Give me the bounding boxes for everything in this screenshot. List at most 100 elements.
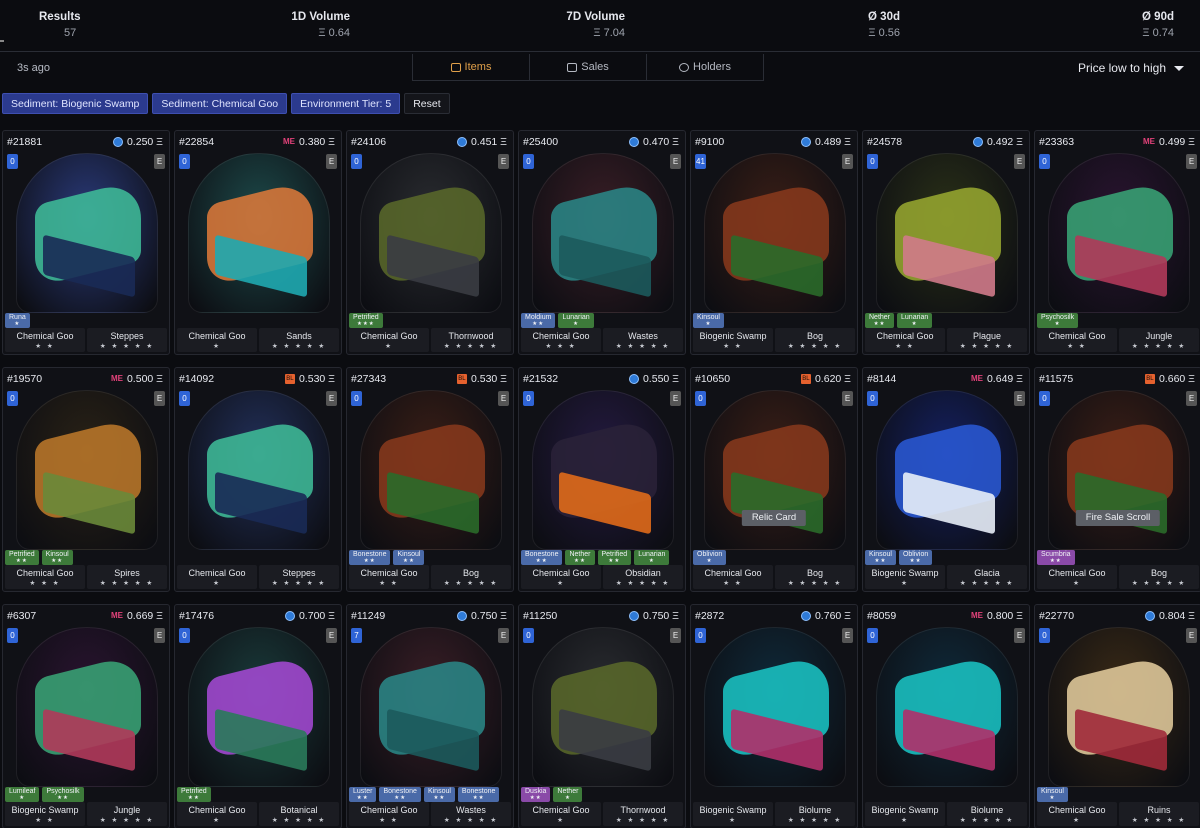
sediment-stars: ★ ★ xyxy=(1067,342,1087,350)
biome-stars: ★ ★ ★ ★ ★ xyxy=(99,579,155,587)
sediment-stars: ★ xyxy=(1073,816,1081,824)
item-card[interactable]: #24106 0.451 Ξ 0 E Petrified ★★★ Chemica… xyxy=(346,130,514,355)
item-card[interactable]: #11575 BL 0.660 Ξ 0 E Fire Sale Scroll S… xyxy=(1034,367,1200,592)
biome-name: Ruins xyxy=(1147,804,1171,815)
filter-chip[interactable]: Environment Tier: 5 xyxy=(291,93,401,114)
item-card[interactable]: #21881 0.250 Ξ 0 E Runa ★ Chemical Goo ★… xyxy=(2,130,170,355)
card-header: #6307 ME 0.669 Ξ xyxy=(3,605,169,627)
token-id: #6307 xyxy=(7,610,37,622)
attribute-badge: Kinsoul ★ xyxy=(1037,787,1068,802)
environment-artwork xyxy=(532,390,674,550)
item-card[interactable]: #27343 BL 0.530 Ξ 0 E Bonestone ★★ Kinso… xyxy=(346,367,514,592)
price-value: 0.804 Ξ xyxy=(1158,610,1195,622)
magiceden-marketplace-icon: ME xyxy=(970,611,983,620)
attribute-stars: ★ xyxy=(1049,794,1056,801)
stat-label: Results xyxy=(39,11,81,23)
sediment-stars: ★ xyxy=(385,342,393,350)
price-value: 0.669 Ξ xyxy=(126,610,163,622)
stat-avg-30d: Ø 30d Ξ 0.56 xyxy=(868,11,900,39)
item-card[interactable]: #11249 0.750 Ξ 7 E Luster ★★ Bonestone ★… xyxy=(346,604,514,828)
item-card[interactable]: #21532 0.550 Ξ 0 E Bonestone ★★ Nether ★… xyxy=(518,367,686,592)
biome-stars: ★ ★ ★ ★ ★ xyxy=(615,342,671,350)
attribute-stars: ★★ xyxy=(403,557,415,564)
filter-chip[interactable]: Sediment: Chemical Goo xyxy=(152,93,288,114)
level-badge: 0 xyxy=(179,628,190,643)
attribute-name: Lumileaf xyxy=(9,787,36,795)
attribute-list: Kinsoul ★ xyxy=(1037,787,1199,802)
attribute-stars: ★★ xyxy=(15,557,28,564)
attribute-name: Oblivion xyxy=(697,550,723,558)
biome-name: Jungle xyxy=(113,804,141,815)
item-card[interactable]: #9100 0.489 Ξ 41 E Kinsoul ★ Biogenic Sw… xyxy=(690,130,858,355)
listing-price: 0.451 Ξ xyxy=(456,136,507,148)
item-card[interactable]: #10650 BL 0.620 Ξ 0 E Relic Card Oblivio… xyxy=(690,367,858,592)
attribute-stars: ★ xyxy=(14,320,21,327)
item-card[interactable]: #6307 ME 0.669 Ξ 0 E Lumileaf ★ Psychosi… xyxy=(2,604,170,828)
magiceden-marketplace-icon: ME xyxy=(970,374,983,383)
item-card[interactable]: #2872 0.760 Ξ 0 E Biogenic Swamp ★ Biolu… xyxy=(690,604,858,828)
level-badge: 0 xyxy=(695,628,706,643)
attribute-badge: Lunarian ★ xyxy=(634,550,670,565)
biome-trait: Ruins ★ ★ ★ ★ ★ xyxy=(1119,802,1199,826)
biome-name: Bog xyxy=(462,567,479,578)
item-card[interactable]: #25400 0.470 Ξ 0 E Moldium ★★ Lunarian ★… xyxy=(518,130,686,355)
stat-label: 7D Volume xyxy=(566,11,625,23)
sediment-stars: ★ xyxy=(213,342,221,350)
listing-price: ME 0.500 Ξ xyxy=(111,373,163,385)
item-card[interactable]: #24578 0.492 Ξ 0 E Nether ★★ Lunarian ★ … xyxy=(862,130,1030,355)
biome-name: Plague xyxy=(972,330,1002,341)
filter-chip[interactable]: Sediment: Biogenic Swamp xyxy=(2,93,149,114)
attribute-stars: ★★ xyxy=(51,557,64,564)
item-card[interactable]: #8059 ME 0.800 Ξ 0 E Biogenic Swamp ★ Bi… xyxy=(862,604,1030,828)
tier-badge: E xyxy=(1014,628,1025,643)
sediment-trait: Chemical Goo ★ xyxy=(1037,802,1117,826)
item-card[interactable]: #22854 ME 0.380 Ξ 0 E Chemical Goo ★ San… xyxy=(174,130,342,355)
item-card[interactable]: #19570 ME 0.500 Ξ 0 E Petrified ★★ Kinso… xyxy=(2,367,170,592)
sediment-stars: ★ ★ xyxy=(895,342,915,350)
attribute-stars: ★★ xyxy=(608,557,621,564)
biome-stars: ★ ★ ★ ★ ★ xyxy=(443,579,499,587)
tab-sales[interactable]: Sales xyxy=(530,54,647,80)
environment-artwork xyxy=(188,390,330,550)
biome-trait: Bog ★ ★ ★ ★ ★ xyxy=(775,565,855,589)
sort-dropdown[interactable]: Price low to high xyxy=(1078,61,1184,75)
attribute-stars: ★ xyxy=(19,794,26,801)
sediment-name: Chemical Goo xyxy=(532,804,590,815)
biome-name: Bog xyxy=(806,567,823,578)
listing-price: 0.470 Ξ xyxy=(628,136,679,148)
environment-artwork xyxy=(1048,390,1190,550)
sediment-trait: Chemical Goo ★ ★ xyxy=(693,565,773,589)
item-card[interactable]: #14092 BL 0.530 Ξ 0 E Chemical Goo ★ Ste… xyxy=(174,367,342,592)
attribute-badge: Lunarian ★ xyxy=(558,313,594,328)
attribute-badge: Runa ★ xyxy=(5,313,30,328)
biome-stars: ★ ★ ★ ★ ★ xyxy=(959,579,1015,587)
attribute-badge: Luster ★★ xyxy=(349,787,377,802)
item-card[interactable]: #8144 ME 0.649 Ξ 0 E Kinsoul ★★ Oblivion… xyxy=(862,367,1030,592)
card-header: #21532 0.550 Ξ xyxy=(519,368,685,390)
biome-name: Jungle xyxy=(1145,330,1173,341)
biome-trait: Bog ★ ★ ★ ★ ★ xyxy=(775,328,855,352)
sediment-stars: ★ ★ xyxy=(723,342,743,350)
attribute-stars: ★★ xyxy=(356,794,369,801)
item-card[interactable]: #23363 ME 0.499 Ξ 0 E Psychosilk ★ Chemi… xyxy=(1034,130,1200,355)
card-traits: Biogenic Swamp ★ ★ Jungle ★ ★ ★ ★ ★ xyxy=(5,802,167,826)
attribute-stars: ★ xyxy=(706,557,713,564)
card-traits: Biogenic Swamp ★ Biolume ★ ★ ★ ★ ★ xyxy=(865,802,1027,826)
item-card[interactable]: #11250 0.750 Ξ 0 E Duskia ★★ Nether ★ Ch… xyxy=(518,604,686,828)
sediment-trait: Chemical Goo ★ xyxy=(1037,565,1117,589)
tab-holders[interactable]: Holders xyxy=(647,54,763,80)
card-header: #22770 0.804 Ξ xyxy=(1035,605,1200,627)
item-card[interactable]: #17476 0.700 Ξ 0 E Petrified ★★ Chemical… xyxy=(174,604,342,828)
tab-items[interactable]: Items xyxy=(413,54,530,80)
environment-artwork xyxy=(360,153,502,313)
attribute-stars: ★ xyxy=(648,557,655,564)
tier-badge: E xyxy=(1186,391,1197,406)
biome-trait: Obsidian ★ ★ ★ ★ ★ xyxy=(603,565,683,589)
listing-price: ME 0.380 Ξ xyxy=(283,136,335,148)
reset-filters-button[interactable]: Reset xyxy=(404,93,450,114)
attribute-stars: ★★ xyxy=(574,557,586,564)
token-id: #21532 xyxy=(523,373,559,385)
item-card[interactable]: #22770 0.804 Ξ 0 E Kinsoul ★ Chemical Go… xyxy=(1034,604,1200,828)
attribute-name: Lunarian xyxy=(562,313,590,321)
listing-price: 0.250 Ξ xyxy=(112,136,163,148)
